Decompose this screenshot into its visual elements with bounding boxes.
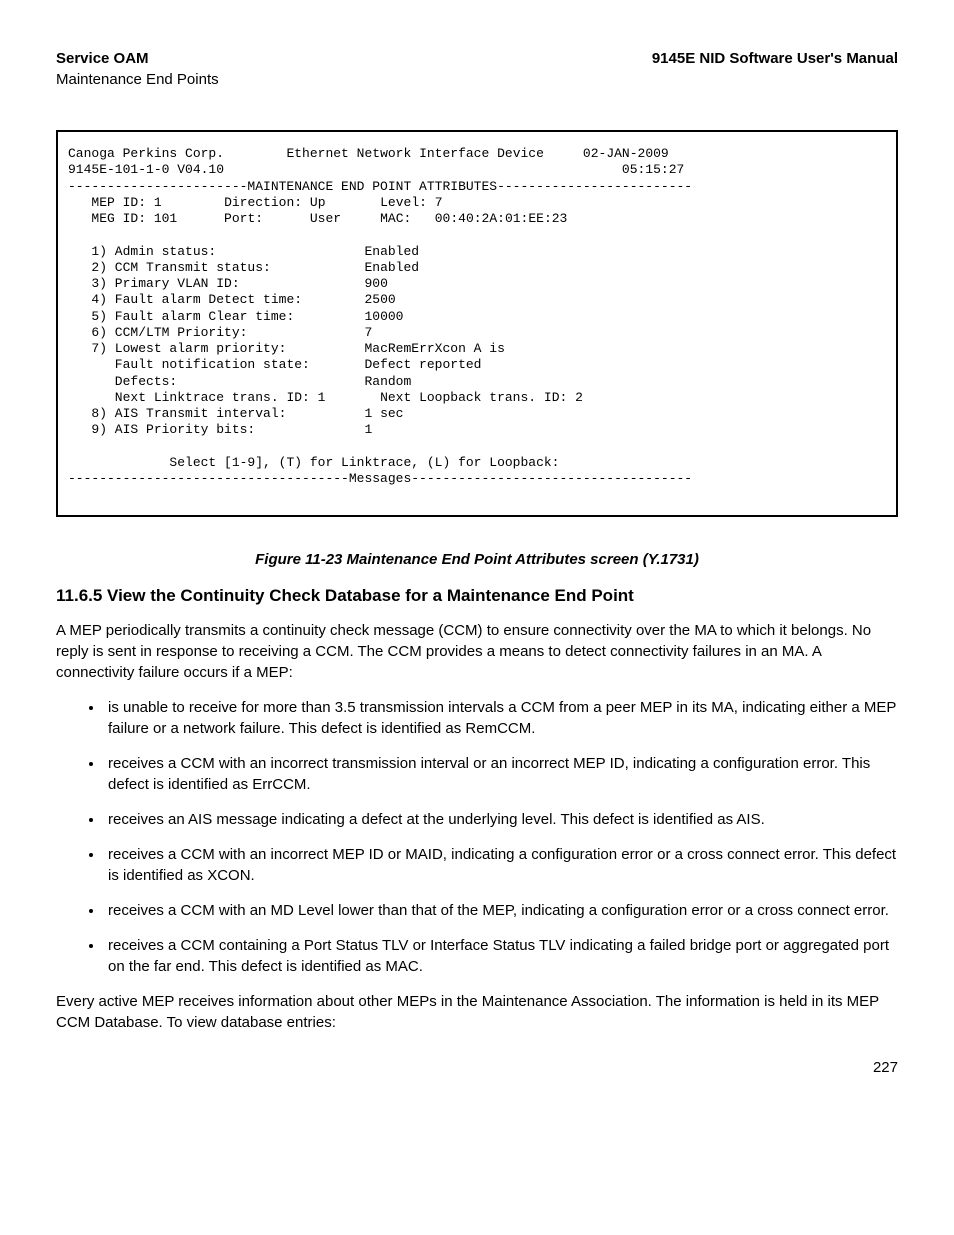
header-left-sub: Maintenance End Points	[56, 69, 219, 90]
row-value: 7	[364, 325, 372, 340]
figure-caption: Figure 11-23 Maintenance End Point Attri…	[56, 549, 898, 570]
row-value: 900	[364, 276, 387, 291]
row-label: 5) Fault alarm Clear time:	[91, 309, 294, 324]
row-label: 8) AIS Transmit interval:	[91, 406, 286, 421]
row-value: Defect reported	[364, 357, 481, 372]
row-label: 9) AIS Priority bits:	[91, 422, 255, 437]
paragraph: A MEP periodically transmits a continuit…	[56, 620, 898, 683]
header-left: Service OAM Maintenance End Points	[56, 48, 219, 90]
row-value: Next Loopback trans. ID: 2	[380, 390, 583, 405]
meg-id-label: MEG ID:	[91, 211, 146, 226]
term-prompt: Select [1-9], (T) for Linktrace, (L) for…	[169, 455, 559, 470]
direction-value: Up	[310, 195, 326, 210]
row-label: Next Linktrace trans. ID: 1	[91, 390, 325, 405]
list-item: receives a CCM with an incorrect transmi…	[104, 753, 898, 795]
mep-id-value: 1	[154, 195, 162, 210]
header-right: 9145E NID Software User's Manual	[652, 48, 898, 69]
row-value: Random	[364, 374, 411, 389]
list-item: receives an AIS message indicating a def…	[104, 809, 898, 830]
mac-value: 00:40:2A:01:EE:23	[435, 211, 568, 226]
paragraph: Every active MEP receives information ab…	[56, 991, 898, 1033]
term-banner: -----------------------MAINTENANCE END P…	[68, 179, 692, 194]
term-company: Canoga Perkins Corp.	[68, 146, 224, 161]
list-item: receives a CCM with an MD Level lower th…	[104, 900, 898, 921]
bullet-list: is unable to receive for more than 3.5 t…	[56, 697, 898, 977]
row-label: 3) Primary VLAN ID:	[91, 276, 239, 291]
level-label: Level:	[380, 195, 427, 210]
row-label: 7) Lowest alarm priority:	[91, 341, 286, 356]
row-label: 2) CCM Transmit status:	[91, 260, 270, 275]
list-item: receives a CCM with an incorrect MEP ID …	[104, 844, 898, 886]
row-value: 10000	[364, 309, 403, 324]
row-label: Defects:	[91, 374, 177, 389]
row-label: 6) CCM/LTM Priority:	[91, 325, 247, 340]
section-heading: 11.6.5 View the Continuity Check Databas…	[56, 584, 898, 608]
row-label: 1) Admin status:	[91, 244, 216, 259]
meg-id-value: 101	[154, 211, 177, 226]
row-value: 1 sec	[364, 406, 403, 421]
row-label: 4) Fault alarm Detect time:	[91, 292, 302, 307]
mep-id-label: MEP ID:	[91, 195, 146, 210]
row-value: 1	[364, 422, 372, 437]
term-messages-divider: ------------------------------------Mess…	[68, 471, 692, 486]
term-device: Ethernet Network Interface Device	[286, 146, 543, 161]
direction-label: Direction:	[224, 195, 302, 210]
terminal-screen: Canoga Perkins Corp. Ethernet Network In…	[56, 130, 898, 517]
term-time: 05:15:27	[622, 162, 684, 177]
page-header: Service OAM Maintenance End Points 9145E…	[56, 48, 898, 90]
list-item: is unable to receive for more than 3.5 t…	[104, 697, 898, 739]
port-value: User	[310, 211, 341, 226]
row-value: MacRemErrXcon A is	[364, 341, 504, 356]
row-label: Fault notification state:	[91, 357, 309, 372]
row-value: Enabled	[364, 260, 419, 275]
term-model: 9145E-101-1-0 V04.10	[68, 162, 224, 177]
row-value: 2500	[364, 292, 395, 307]
term-date: 02-JAN-2009	[583, 146, 669, 161]
header-left-title: Service OAM	[56, 48, 219, 69]
mac-label: MAC:	[380, 211, 411, 226]
row-value: Enabled	[364, 244, 419, 259]
list-item: receives a CCM containing a Port Status …	[104, 935, 898, 977]
level-value: 7	[435, 195, 443, 210]
port-label: Port:	[224, 211, 263, 226]
header-right-title: 9145E NID Software User's Manual	[652, 48, 898, 69]
page-number: 227	[56, 1057, 898, 1078]
